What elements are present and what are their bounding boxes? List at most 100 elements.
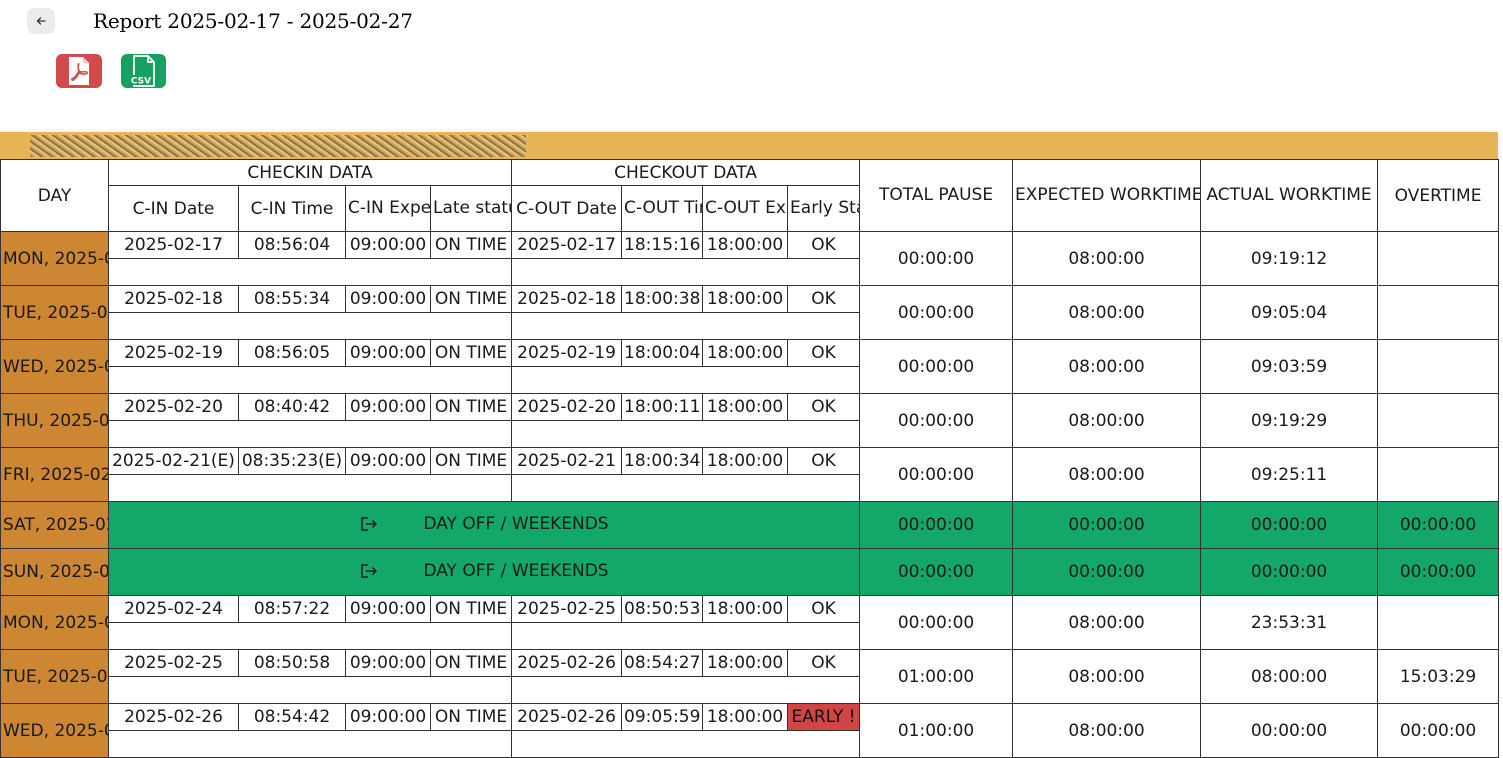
cout-expected-cell: 18:00:00 (702, 393, 789, 421)
late-status-cell: ON TIME (429, 285, 513, 313)
header-early-status: Early Status (787, 185, 861, 232)
expected-worktime-cell: 08:00:00 (1012, 393, 1202, 448)
early-status-cell: OK (787, 285, 861, 313)
day-cell: FRI, 2025-02-21 (0, 447, 109, 502)
cout-expected-cell: 18:00:00 (702, 447, 789, 475)
header-total-pause: TOTAL PAUSE (859, 159, 1014, 232)
actual-worktime-cell: 09:25:11 (1200, 447, 1379, 502)
cout-date-cell: 2025-02-20 (511, 393, 623, 421)
actual-worktime-cell: 23:53:31 (1200, 595, 1379, 650)
day-cell: THU, 2025-02-20 (0, 393, 109, 448)
cin-date-cell: 2025-02-26 (108, 703, 239, 731)
checkin-note-cell (107, 420, 513, 448)
cin-date-cell: 2025-02-21(E) (108, 447, 239, 475)
header-cout-time: C-OUT Time (621, 185, 704, 232)
overtime-cell (1377, 595, 1500, 650)
cout-date-cell: 2025-02-21 (511, 447, 623, 475)
cin-time-cell: 08:40:42 (238, 393, 346, 421)
cin-time-cell: 08:54:42 (238, 703, 346, 731)
cin-date-cell: 2025-02-17 (108, 231, 239, 259)
late-status-cell: ON TIME (429, 595, 513, 623)
export-pdf-button[interactable] (56, 54, 102, 88)
day-off-label: DAY OFF / WEEKENDS (423, 560, 609, 581)
header-cout-expected: C-OUT Expected (702, 185, 789, 232)
actual-worktime-cell: 00:00:00 (1200, 703, 1379, 758)
total-pause-cell: 00:00:00 (859, 501, 1014, 549)
cout-date-cell: 2025-02-26 (511, 649, 623, 677)
checkin-note-cell (107, 676, 513, 704)
day-cell: MON, 2025-02-24 (0, 595, 109, 650)
report-table: DAY CHECKIN DATA CHECKOUT DATA TOTAL PAU… (0, 159, 1500, 758)
header-expected-worktime: EXPECTED WORKTIME (1012, 159, 1202, 232)
cout-time-cell: 18:00:11 (621, 393, 704, 421)
cout-date-cell: 2025-02-18 (511, 285, 623, 313)
cout-time-cell: 08:50:53 (621, 595, 704, 623)
header-cin-expected: C-IN Expected (345, 185, 431, 232)
cin-time-cell: 08:55:34 (238, 285, 346, 313)
checkin-note-cell (107, 312, 513, 340)
header-actual-worktime: ACTUAL WORKTIME (1200, 159, 1379, 232)
cin-time-cell: 08:56:05 (238, 339, 346, 367)
expected-worktime-cell: 00:00:00 (1012, 548, 1202, 596)
checkin-note-cell (107, 366, 513, 394)
early-status-badge: EARLY ! (787, 703, 861, 731)
actual-worktime-cell: 09:19:29 (1200, 393, 1379, 448)
header-cin-date: C-IN Date (108, 185, 239, 232)
cout-time-cell: 08:54:27 (621, 649, 704, 677)
early-status-cell: OK (787, 339, 861, 367)
table-row-day-off: SUN, 2025-02-23 DAY OFF / WEEKENDS 00:00… (0, 548, 1500, 596)
header-overtime: OVERTIME (1377, 159, 1500, 232)
cin-time-cell: 08:35:23(E) (238, 447, 346, 475)
cin-expected-cell: 09:00:00 (345, 393, 431, 421)
cout-expected-cell: 18:00:00 (702, 285, 789, 313)
cin-expected-cell: 09:00:00 (345, 447, 431, 475)
expected-worktime-cell: 08:00:00 (1012, 339, 1202, 394)
overtime-cell: 15:03:29 (1377, 649, 1500, 704)
total-pause-cell: 00:00:00 (859, 548, 1014, 596)
cout-expected-cell: 18:00:00 (702, 339, 789, 367)
actual-worktime-cell: 09:19:12 (1200, 231, 1379, 286)
late-status-cell: ON TIME (429, 231, 513, 259)
cout-date-cell: 2025-02-26 (511, 703, 623, 731)
late-status-cell: ON TIME (429, 649, 513, 677)
total-pause-cell: 00:00:00 (859, 339, 1014, 394)
expected-worktime-cell: 08:00:00 (1012, 285, 1202, 340)
checkout-note-cell (511, 366, 861, 394)
late-status-cell: ON TIME (429, 703, 513, 731)
cin-date-cell: 2025-02-24 (108, 595, 239, 623)
early-status-cell: OK (787, 447, 861, 475)
total-pause-cell: 01:00:00 (859, 703, 1014, 758)
overtime-cell (1377, 285, 1500, 340)
employee-name-bar (0, 132, 1498, 159)
overtime-cell: 00:00:00 (1377, 703, 1500, 758)
total-pause-cell: 00:00:00 (859, 595, 1014, 650)
day-cell: TUE, 2025-02-18 (0, 285, 109, 340)
cin-date-cell: 2025-02-25 (108, 649, 239, 677)
cout-date-cell: 2025-02-17 (511, 231, 623, 259)
overtime-cell (1377, 393, 1500, 448)
export-csv-button[interactable]: CSV (121, 54, 166, 88)
cout-expected-cell: 18:00:00 (702, 595, 789, 623)
table-row: FRI, 2025-02-21 2025-02-21(E) 08:35:23(E… (0, 447, 1500, 502)
cout-date-cell: 2025-02-25 (511, 595, 623, 623)
day-off-label: DAY OFF / WEEKENDS (423, 513, 609, 534)
expected-worktime-cell: 08:00:00 (1012, 231, 1202, 286)
early-status-cell: OK (787, 649, 861, 677)
day-cell: SUN, 2025-02-23 (0, 548, 109, 596)
day-cell: WED, 2025-02-19 (0, 339, 109, 394)
cin-time-cell: 08:50:58 (238, 649, 346, 677)
day-cell: SAT, 2025-02-22 (0, 501, 109, 549)
total-pause-cell: 01:00:00 (859, 649, 1014, 704)
table-row-day-off: SAT, 2025-02-22 DAY OFF / WEEKENDS 00:00… (0, 501, 1500, 549)
actual-worktime-cell: 09:05:04 (1200, 285, 1379, 340)
day-cell: TUE, 2025-02-25 (0, 649, 109, 704)
checkout-note-cell (511, 676, 861, 704)
actual-worktime-cell: 09:03:59 (1200, 339, 1379, 394)
overtime-cell: 00:00:00 (1377, 501, 1500, 549)
cin-expected-cell: 09:00:00 (345, 595, 431, 623)
cout-time-cell: 09:05:59 (621, 703, 704, 731)
table-row: WED, 2025-02-19 2025-02-19 08:56:05 09:0… (0, 339, 1500, 394)
back-button[interactable] (27, 8, 55, 34)
overtime-cell (1377, 447, 1500, 502)
header-cin-time: C-IN Time (238, 185, 346, 232)
